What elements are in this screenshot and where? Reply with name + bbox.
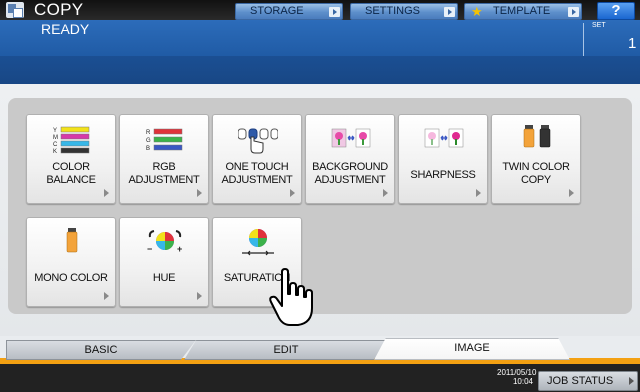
icon-letter: C	[53, 142, 58, 148]
settings-button[interactable]: SETTINGS	[350, 3, 458, 20]
copy-icon	[6, 2, 24, 18]
arrow-right-icon	[444, 7, 455, 17]
star-icon: ★	[471, 4, 483, 19]
tile-label: TWIN COLOR COPY	[502, 161, 570, 186]
mono-color-icon	[66, 228, 78, 253]
background-adjustment-button[interactable]: BACKGROUND ADJUSTMENT	[305, 114, 395, 204]
icon-letter: M	[53, 135, 58, 141]
arrow-right-icon	[476, 189, 481, 197]
app-title: COPY	[34, 0, 84, 19]
tile-label: RGB ADJUSTMENT	[128, 161, 200, 186]
icon-letter: B	[146, 146, 150, 152]
tab-basic[interactable]: BASIC	[6, 340, 196, 360]
icon-minus: −	[147, 244, 152, 254]
icon-letter: G	[146, 138, 151, 144]
arrow-right-icon	[383, 189, 388, 197]
arrow-right-icon	[329, 7, 340, 17]
arrow-right-icon	[568, 7, 579, 17]
set-label: SET	[592, 22, 606, 29]
arrow-right-icon	[569, 189, 574, 197]
tile-label: BACKGROUND ADJUSTMENT	[312, 161, 388, 186]
twin-color-icon	[523, 125, 551, 148]
status-bar: READY SET 1	[0, 20, 640, 84]
arrow-right-icon	[104, 292, 109, 300]
sharpness-button[interactable]: SHARPNESS	[398, 114, 488, 204]
date: 2011/05/10	[497, 368, 537, 377]
tile-label: ONE TOUCH ADJUSTMENT	[221, 161, 293, 186]
storage-button-label: STORAGE	[250, 5, 304, 17]
top-bar: COPY STORAGE SETTINGS ★ TEMPLATE ?	[0, 0, 640, 20]
icon-plus: +	[177, 244, 182, 254]
twin-color-copy-button[interactable]: TWIN COLOR COPY	[491, 114, 581, 204]
one-touch-icon	[238, 128, 278, 154]
hue-button[interactable]: − + HUE	[119, 217, 209, 307]
datetime: 2011/05/10 10:04	[497, 368, 537, 386]
tile-label: HUE	[152, 272, 176, 284]
saturation-icon	[242, 229, 274, 256]
icon-letter: Y	[53, 128, 57, 134]
one-touch-adjustment-button[interactable]: ONE TOUCH ADJUSTMENT	[212, 114, 302, 204]
tab-image[interactable]: IMAGE	[374, 338, 570, 360]
divider	[583, 23, 584, 57]
image-function-panel: Y M C K COLOR BALANCE R G B RGB ADJUSTME…	[0, 84, 640, 336]
help-button[interactable]: ?	[597, 2, 635, 20]
color-balance-button[interactable]: Y M C K COLOR BALANCE	[26, 114, 116, 204]
icon-letter: K	[53, 149, 57, 155]
background-icon	[331, 128, 371, 148]
job-status-label: JOB STATUS	[547, 375, 614, 387]
time: 10:04	[512, 377, 533, 386]
status-message: READY	[41, 21, 90, 37]
sharpness-icon	[424, 128, 464, 148]
arrow-right-icon	[290, 189, 295, 197]
color-balance-icon: Y M C K	[53, 126, 90, 155]
tile-label: SHARPNESS	[410, 169, 476, 181]
arrow-right-icon	[104, 189, 109, 197]
hand-cursor-icon	[269, 268, 313, 326]
template-button[interactable]: ★ TEMPLATE	[464, 3, 582, 20]
settings-button-label: SETTINGS	[365, 5, 421, 17]
job-status-button[interactable]: JOB STATUS	[538, 371, 638, 391]
tile-label: COLOR BALANCE	[46, 161, 96, 186]
arrow-right-icon	[629, 377, 634, 385]
tab-edit[interactable]: EDIT	[184, 340, 388, 360]
hue-icon: − +	[147, 230, 182, 254]
rgb-adjustment-button[interactable]: R G B RGB ADJUSTMENT	[119, 114, 209, 204]
function-grid: Y M C K COLOR BALANCE R G B RGB ADJUSTME…	[8, 98, 632, 314]
icon-letter: R	[146, 130, 151, 136]
storage-button[interactable]: STORAGE	[235, 3, 343, 20]
tile-label: MONO COLOR	[34, 272, 108, 284]
arrow-right-icon	[197, 292, 202, 300]
template-button-label: TEMPLATE	[493, 5, 551, 17]
rgb-adjustment-icon: R G B	[146, 128, 183, 152]
arrow-right-icon	[197, 189, 202, 197]
set-count: 1	[628, 35, 637, 52]
mono-color-button[interactable]: MONO COLOR	[26, 217, 116, 307]
